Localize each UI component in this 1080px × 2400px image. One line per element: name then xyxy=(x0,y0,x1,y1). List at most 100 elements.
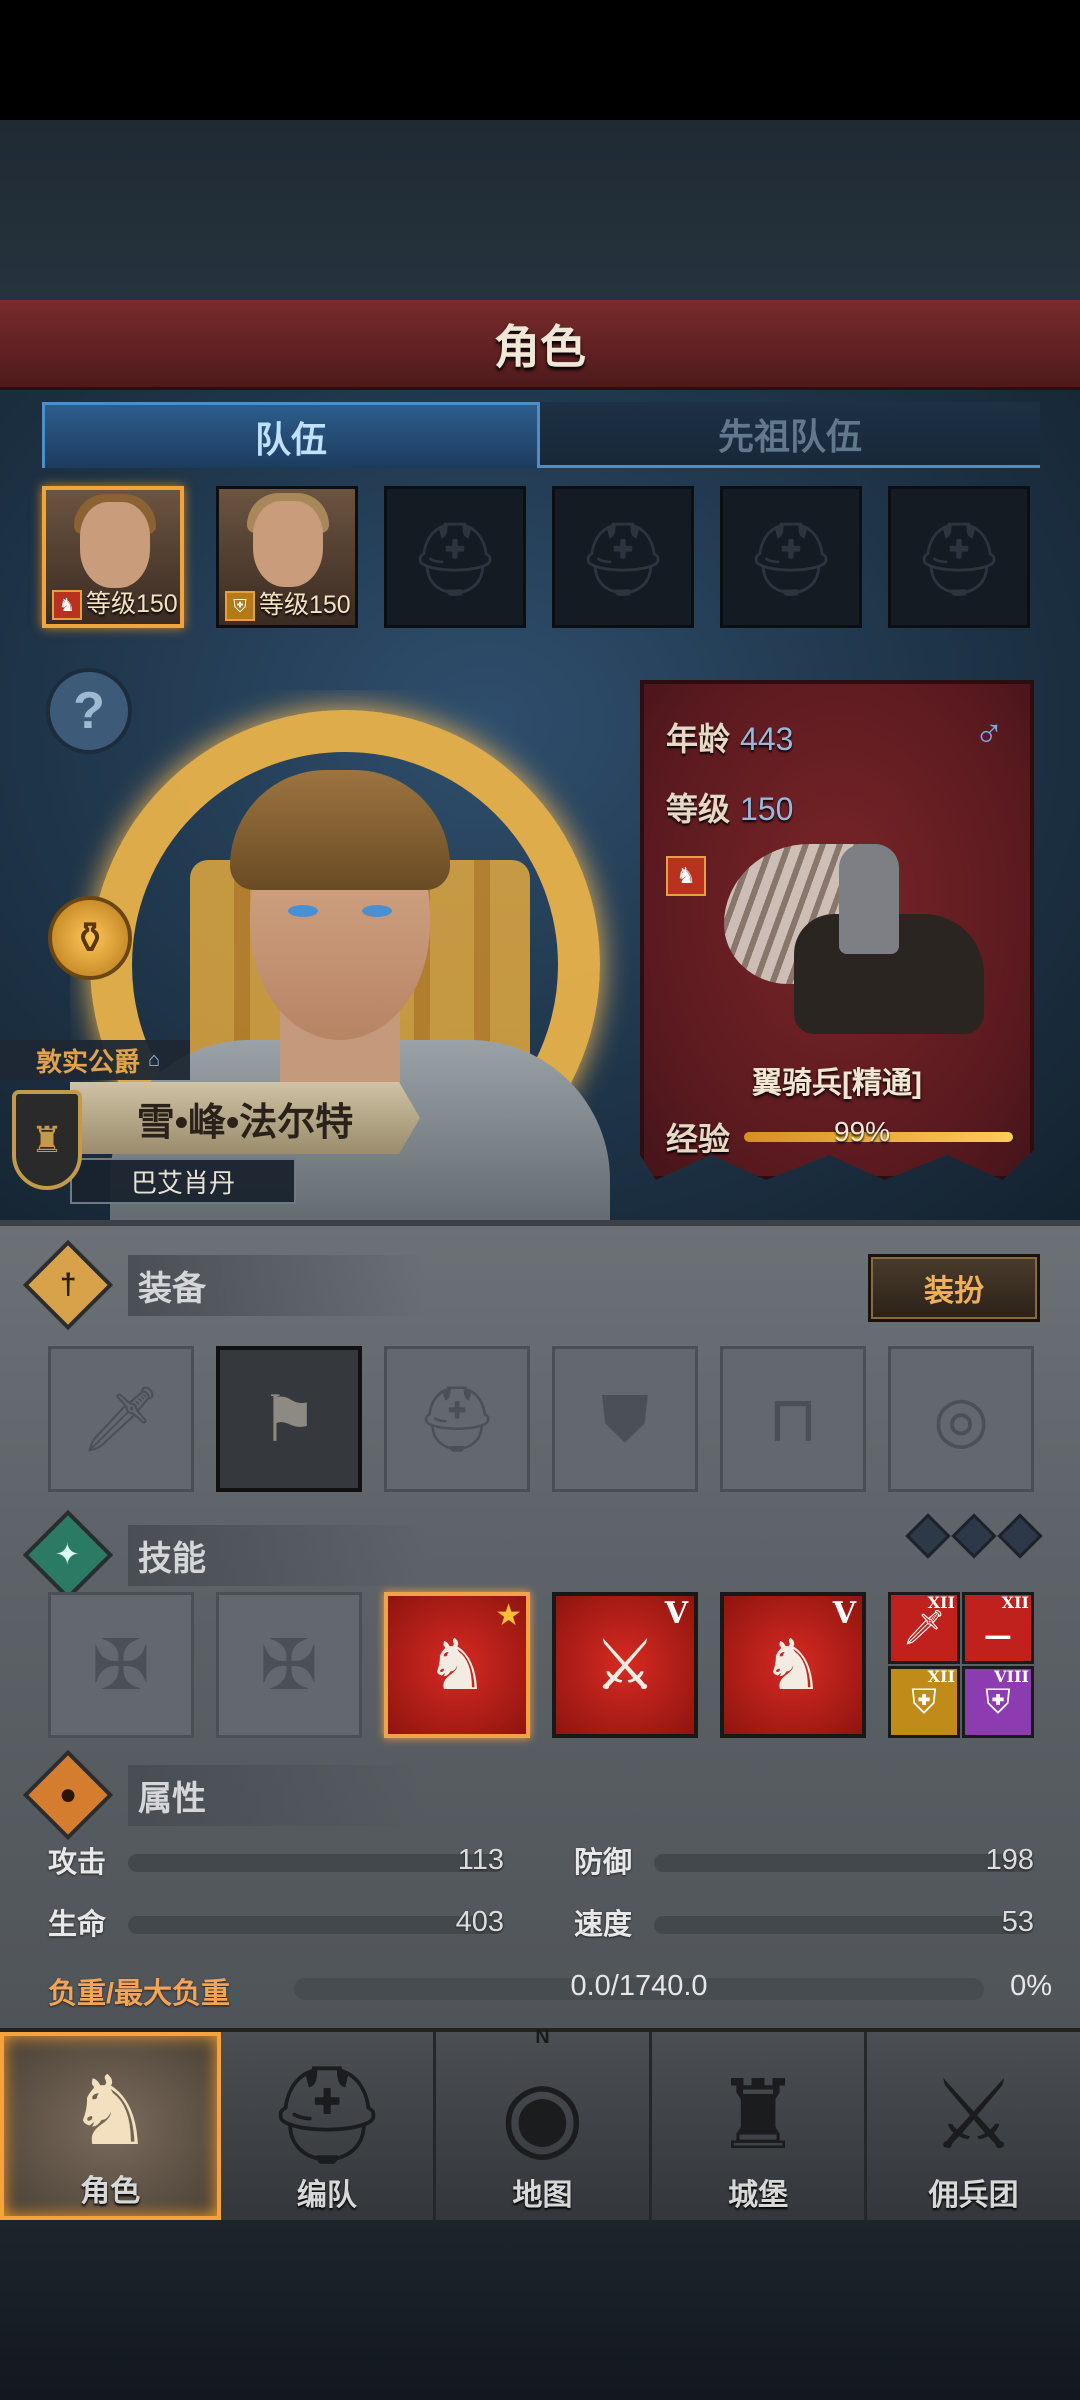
hero-eye xyxy=(288,905,318,917)
title-bar: 角色 xyxy=(0,300,1080,390)
age-value: 443 xyxy=(740,721,794,757)
castle-icon: ♜ xyxy=(715,2062,802,2169)
portrait-face xyxy=(80,502,150,588)
ring-slot-icon[interactable]: ◎ xyxy=(888,1346,1034,1492)
team-slot-3-empty[interactable] xyxy=(384,486,526,628)
skill-rank: V xyxy=(832,1596,856,1631)
sword-skill-icon[interactable]: 🗡 XII xyxy=(888,1592,960,1664)
shield-skill-icon[interactable]: ⛨ XII xyxy=(888,1666,960,1738)
speed-stat: 速度 53 xyxy=(574,1902,1034,1942)
empty-skill-icon[interactable]: ✠ xyxy=(48,1592,194,1738)
nav-label: 地图 xyxy=(512,2179,573,2212)
nav-label: 角色 xyxy=(80,2175,141,2208)
skill-rank: XII xyxy=(1001,1593,1029,1612)
nav-mercenary[interactable]: ⚔ 佣兵团 xyxy=(867,2032,1080,2220)
speed-value: 53 xyxy=(1001,1905,1034,1938)
nav-map[interactable]: N ◉ 地图 xyxy=(436,2026,652,2220)
exp-value: 99% xyxy=(834,1116,891,1147)
hero-origin: 巴艾肖丹 xyxy=(130,1167,235,1198)
defense-label: 防御 xyxy=(574,1847,633,1879)
nav-label: 佣兵团 xyxy=(928,2179,1019,2212)
bottom-nav: ♞ 角色 ⛑ 编队 N ◉ 地图 ♜ 城堡 ⚔ 佣兵团 xyxy=(0,2026,1080,2220)
hero-title-plate: 敦实公爵 ⌂ xyxy=(0,1040,190,1080)
shield-skill-icon[interactable]: ⛨ VIII xyxy=(962,1666,1034,1738)
castle-shield-icon: ♜ xyxy=(12,1090,82,1190)
tab-team[interactable]: 队伍 xyxy=(42,402,540,468)
exp-label: 经验 xyxy=(666,1121,731,1157)
boots-slot-icon[interactable]: ⊓ xyxy=(720,1346,866,1492)
dumbbell-sword-icon[interactable]: ⚔ V xyxy=(552,1592,698,1738)
star-compass-icon: ✦ xyxy=(22,1509,114,1601)
age-label: 年龄 xyxy=(666,721,731,757)
stat-bar xyxy=(128,1854,504,1872)
tab-ancestor-team[interactable]: 先祖队伍 xyxy=(540,402,1040,468)
team-slot-6-empty[interactable] xyxy=(888,486,1030,628)
skills-title: 技能 xyxy=(128,1524,426,1586)
dumbbell-skill-icon[interactable]: ⚊ XII xyxy=(962,1592,1034,1664)
potion-button[interactable]: ⚱ xyxy=(48,896,132,980)
winged-hussar-illustration[interactable] xyxy=(714,804,1014,1054)
attack-label: 攻击 xyxy=(48,1847,107,1879)
load-stat: 负重/最大负重 0.0/1740.0 0% xyxy=(48,1968,1052,2012)
status-bar-area xyxy=(0,0,1080,120)
nav-character[interactable]: ♞ 角色 xyxy=(0,2032,221,2220)
slot-level: 等级150 xyxy=(86,590,178,618)
hp-value: 403 xyxy=(455,1905,504,1938)
hero-origin-plate: 巴艾肖丹 xyxy=(70,1158,296,1204)
load-percent: 0% xyxy=(1010,1970,1052,2002)
skills-header: ✦ 技能 xyxy=(22,1509,736,1601)
nav-label: 编队 xyxy=(296,2179,357,2212)
equipment-header: † 装备 xyxy=(22,1239,736,1331)
hero-title: 敦实公爵 xyxy=(36,1046,141,1077)
details-panel: † 装备 装扮 🗡 ⚑ ⛑ ⛊ ⊓ ◎ ✦ 技能 ✠ ✠ ♞ ★ ⚔ V ♞ V 🗡 X… xyxy=(0,1220,1080,2028)
character-panel: 队伍 先祖队伍 ♞ 等级150 ⛨ 等级150 ? ⚱ 敦实公爵 ⌂ ♜ 雪•峰… xyxy=(0,390,1080,1220)
nav-formation[interactable]: ⛑ 编队 xyxy=(221,2032,437,2220)
attack-stat: 攻击 113 xyxy=(48,1840,504,1880)
dress-up-button[interactable]: 装扮 xyxy=(868,1254,1040,1322)
age-row: 年龄 443 xyxy=(666,714,793,760)
empty-skill-icon[interactable]: ✠ xyxy=(216,1592,362,1738)
armor-slot-icon[interactable]: ⛊ xyxy=(552,1346,698,1492)
knight-icon: ♞ xyxy=(67,2058,154,2165)
compass-icon: ◉ xyxy=(500,2062,585,2169)
knight-shape xyxy=(839,844,899,954)
top-background xyxy=(0,120,1080,300)
male-icon: ♂ xyxy=(974,712,1004,756)
speed-label: 速度 xyxy=(574,1909,633,1941)
attributes-title: 属性 xyxy=(128,1764,426,1826)
skill-rank: VIII xyxy=(994,1667,1029,1686)
dagger-icon: † xyxy=(22,1239,114,1331)
hp-stat: 生命 403 xyxy=(48,1902,504,1942)
helmet-slot-icon[interactable]: ⛑ xyxy=(384,1346,530,1492)
team-slot-1[interactable]: ♞ 等级150 xyxy=(42,486,184,628)
nav-castle[interactable]: ♜ 城堡 xyxy=(652,2032,868,2220)
horse-banner-icon[interactable]: ♞ ★ xyxy=(384,1592,530,1738)
stat-bar xyxy=(128,1916,504,1934)
helmet-icon: ⛑ xyxy=(265,2062,388,2169)
gem-icon xyxy=(997,1513,1043,1559)
banner-slot-icon[interactable]: ⚑ xyxy=(216,1346,362,1492)
dumbbell-horse-icon[interactable]: ♞ V xyxy=(720,1592,866,1738)
team-slot-2[interactable]: ⛨ 等级150 xyxy=(216,486,358,628)
team-slot-4-empty[interactable] xyxy=(552,486,694,628)
skill-rank: XII xyxy=(927,1667,955,1686)
hero-eye xyxy=(362,905,392,917)
help-button[interactable]: ? xyxy=(46,668,132,754)
cavalry-badge-icon: ♞ xyxy=(52,590,82,620)
team-slot-5-empty[interactable] xyxy=(720,486,862,628)
hp-label: 生命 xyxy=(48,1909,107,1941)
hero-name: 雪•峰•法尔特 xyxy=(136,1101,354,1144)
gem-icon xyxy=(905,1513,951,1559)
portrait-face xyxy=(253,501,323,587)
skill-rank: V xyxy=(664,1596,688,1631)
sword-slot-icon[interactable]: 🗡 xyxy=(48,1346,194,1492)
mercenary-icon: ⚔ xyxy=(930,2062,1017,2169)
load-value: 0.0/1740.0 xyxy=(570,1970,708,2002)
cavalry-class-icon: ♞ xyxy=(666,856,706,896)
load-label: 负重/最大负重 xyxy=(48,1978,231,2010)
stat-bar xyxy=(654,1854,1034,1872)
nav-label: 城堡 xyxy=(728,2179,789,2212)
compass-north-label: N xyxy=(535,2026,550,2048)
attack-value: 113 xyxy=(457,1843,504,1876)
skill-rank: XII xyxy=(927,1593,955,1612)
